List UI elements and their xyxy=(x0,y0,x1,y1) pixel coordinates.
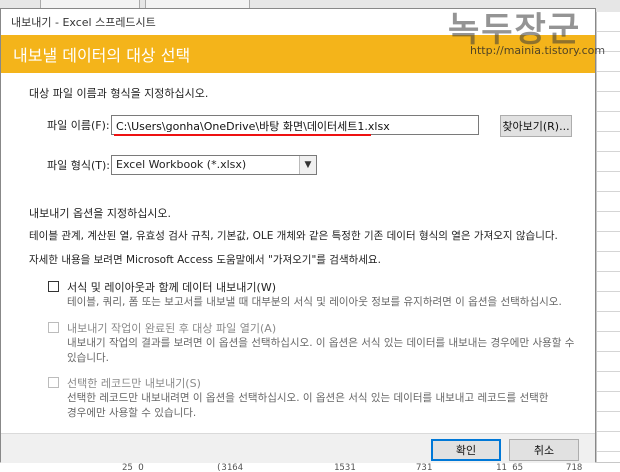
highlight-underline xyxy=(114,134,371,136)
export-excel-dialog: 내보내기 - Excel 스프레드시트 내보낼 데이터의 대상 선택 대상 파일… xyxy=(0,8,596,463)
selected-records-desc-cont: 경우에만 사용할 수 있습니다. xyxy=(67,407,197,419)
selected-records-label[interactable]: 선택한 레코드만 내보내기(S) xyxy=(67,375,201,391)
background-datasheet-column xyxy=(596,12,620,472)
browse-button[interactable]: 찾아보기(R)... xyxy=(500,115,572,137)
background-cell: 25 O xyxy=(122,463,144,472)
background-cell: (3164 xyxy=(216,463,244,472)
file-name-input[interactable]: C:\Users\gonha\OneDrive\바탕 화면\데이터세트1.xls… xyxy=(111,115,479,135)
file-instruction: 대상 파일 이름과 형식을 지정하십시오. xyxy=(29,87,209,100)
export-with-formatting-checkbox[interactable] xyxy=(48,281,59,292)
background-cell: 1531 xyxy=(334,463,356,472)
export-with-formatting-desc: 테이블, 쿼리, 폼 또는 보고서를 내보낼 때 대부분의 서식 및 레이아웃 … xyxy=(67,296,562,308)
dialog-footer: 확인 취소 xyxy=(1,433,595,463)
open-after-export-label[interactable]: 내보내기 작업이 완료된 후 대상 파일 열기(A) xyxy=(67,320,276,336)
open-after-export-desc: 내보내기 작업의 결과를 보려면 이 옵션을 선택하십시오. 이 옵션은 서식 … xyxy=(67,337,575,349)
background-cell: 718 xyxy=(566,463,583,472)
background-cell: 11 65 xyxy=(496,463,524,472)
watermark-url: http://mainia.tistory.com xyxy=(470,44,606,57)
file-format-label: 파일 형식(T): xyxy=(47,159,110,172)
cancel-button[interactable]: 취소 xyxy=(509,439,579,461)
selected-records-checkbox[interactable] xyxy=(48,377,59,388)
file-format-select[interactable]: Excel Workbook (*.xlsx) ▼ xyxy=(111,155,317,175)
options-info: 테이블 관계, 계산된 열, 유효성 검사 규칙, 기본값, OLE 개체와 같… xyxy=(29,230,558,242)
background-cell: 731 xyxy=(416,463,433,472)
options-help: 자세한 내용을 보려면 Microsoft Access 도움말에서 "가져오기… xyxy=(29,254,381,266)
file-name-label: 파일 이름(F): xyxy=(47,119,110,132)
file-format-value: Excel Workbook (*.xlsx) xyxy=(116,158,247,171)
open-after-export-checkbox[interactable] xyxy=(48,322,59,333)
background-datasheet-row: 25 O (3164 1531 731 11 65 718 xyxy=(0,462,620,472)
export-with-formatting-label[interactable]: 서식 및 레이아웃과 함께 데이터 내보내기(W) xyxy=(67,279,276,295)
options-heading: 내보내기 옵션을 지정하십시오. xyxy=(29,207,172,220)
chevron-down-icon[interactable]: ▼ xyxy=(299,156,316,174)
open-after-export-desc-cont: 있습니다. xyxy=(67,352,109,364)
ok-button[interactable]: 확인 xyxy=(431,439,501,461)
